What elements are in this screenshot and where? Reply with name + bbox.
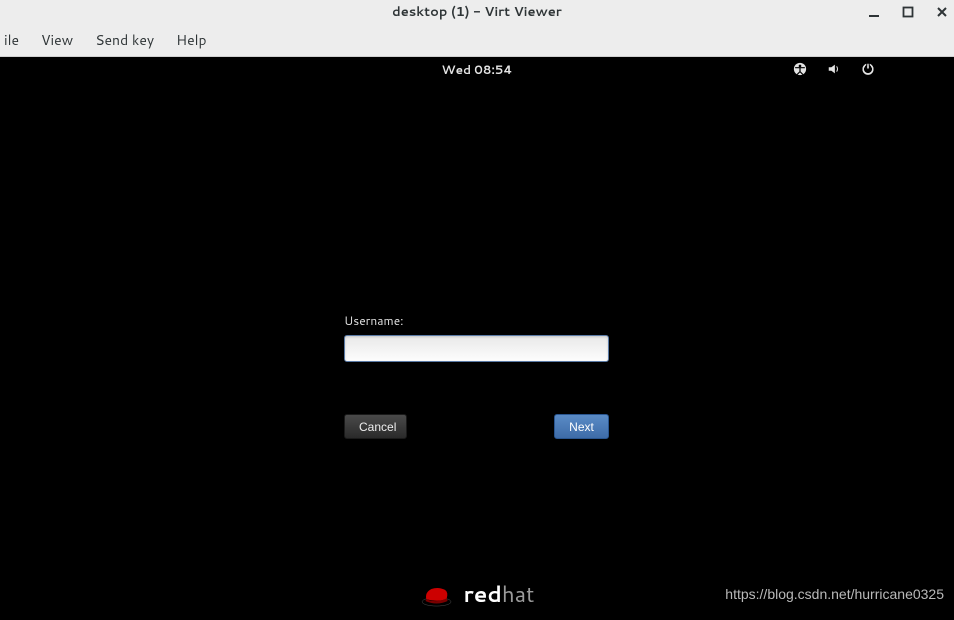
maximize-button[interactable] <box>900 4 916 20</box>
window-controls <box>866 4 950 20</box>
redhat-wordmark: redhat <box>464 579 535 610</box>
menu-view[interactable]: View <box>39 26 75 54</box>
clock[interactable]: Wed 08:54 <box>442 61 513 78</box>
username-label: Username: <box>344 312 609 329</box>
volume-icon[interactable] <box>826 61 842 77</box>
virt-viewer-window: desktop (1) - Virt Viewer ile View Send … <box>0 0 954 620</box>
accessibility-icon[interactable] <box>792 61 808 77</box>
topbar-status-area <box>792 61 876 77</box>
close-button[interactable] <box>934 4 950 20</box>
menu-file[interactable]: ile <box>2 26 21 54</box>
gnome-topbar: Wed 08:54 <box>0 57 954 81</box>
watermark-text: https://blog.csdn.net/hurricane0325 <box>725 586 944 602</box>
fedora-hat-icon <box>420 582 454 608</box>
login-button-row: Cancel Next <box>344 414 609 439</box>
minimize-button[interactable] <box>866 4 882 20</box>
redhat-logo: redhat <box>420 579 535 610</box>
window-title: desktop (1) - Virt Viewer <box>392 3 562 21</box>
cancel-button[interactable]: Cancel <box>344 414 407 439</box>
titlebar: desktop (1) - Virt Viewer <box>0 0 954 24</box>
next-button[interactable]: Next <box>554 414 609 439</box>
login-form: Username: <box>344 312 609 362</box>
menu-help[interactable]: Help <box>174 26 208 54</box>
vm-display: Wed 08:54 Username: Cancel Next <box>0 57 954 620</box>
menu-sendkey[interactable]: Send key <box>93 26 156 54</box>
power-icon[interactable] <box>860 61 876 77</box>
menubar: ile View Send key Help <box>0 24 954 57</box>
username-input[interactable] <box>344 335 609 362</box>
